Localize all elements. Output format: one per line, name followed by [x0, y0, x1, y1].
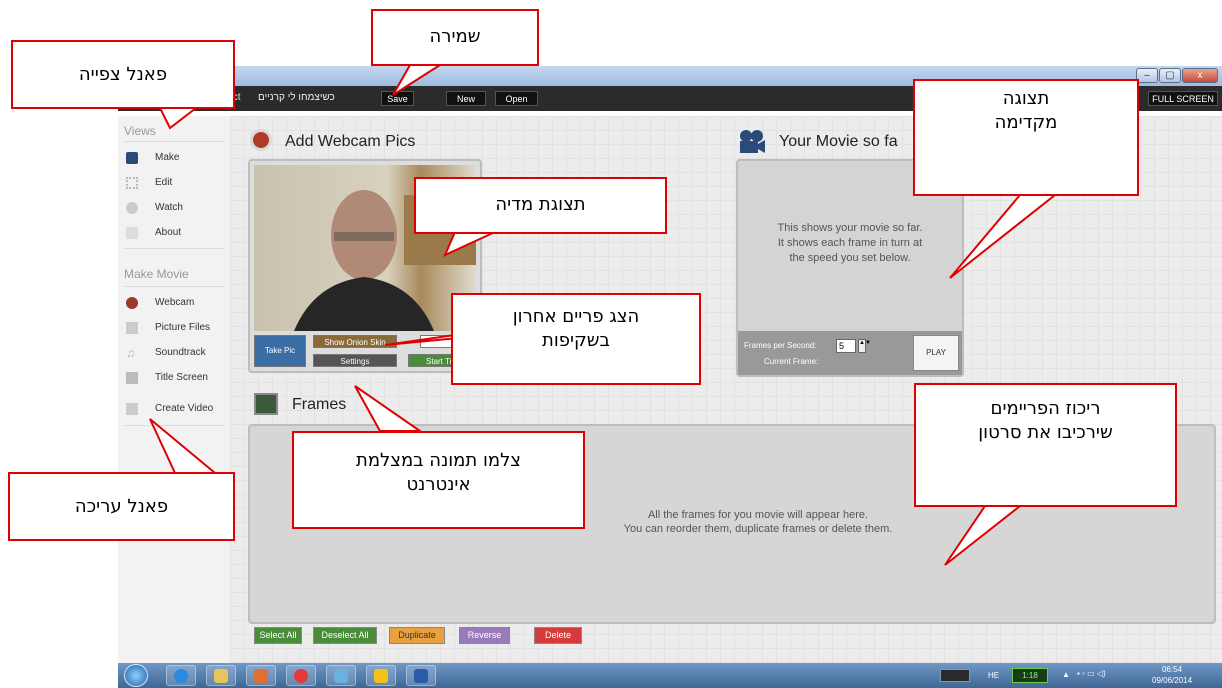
callout-media-display: תצוגת מדיה [414, 177, 667, 234]
callout-save: שמירה [371, 9, 539, 66]
taskbar-app2-icon[interactable] [326, 665, 356, 686]
callout-view-panel: פאנל צפייה [11, 40, 235, 109]
callout-line: מקדימה [994, 112, 1058, 133]
clock-time[interactable]: 06:54 [1162, 665, 1182, 674]
battery-indicator[interactable]: 1:18 [1012, 668, 1048, 683]
taskbar-app-icon[interactable] [246, 665, 276, 686]
callout-webcam-shot: צלמו תמונה במצלמת אינטרנט [292, 431, 585, 529]
callout-onion-skin: הצג פריים אחרון בשקיפות [451, 293, 701, 385]
language-indicator[interactable]: HE [988, 671, 999, 680]
callout-line: שירכיבו את סרטון [978, 422, 1113, 443]
callout-line: אינטרנט [406, 474, 471, 495]
system-tray: HE 1:18 ▲ ▪ ▫ ▭ ◁) 06:54 09/06/2014 [932, 663, 1222, 688]
callout-line: ריכוז הפריימים [990, 398, 1101, 419]
callout-line: צלמו תמונה במצלמת [355, 450, 521, 471]
tray-icons[interactable]: ▪ ▫ ▭ ◁) [1077, 669, 1133, 681]
callout-line: תצוגה [1002, 88, 1050, 109]
callout-line: הצג פריים אחרון [512, 306, 640, 327]
taskbar-animator-icon[interactable] [366, 665, 396, 686]
taskbar-chrome-icon[interactable] [286, 665, 316, 686]
taskbar-explorer-icon[interactable] [206, 665, 236, 686]
callout-frames-area: ריכוז הפריימים שירכיבו את סרטון [914, 383, 1177, 507]
windows-taskbar: HE 1:18 ▲ ▪ ▫ ▭ ◁) 06:54 09/06/2014 [118, 663, 1222, 688]
tray-arrow-icon[interactable]: ▲ [1062, 670, 1070, 679]
network-icon[interactable] [940, 669, 970, 682]
callout-preview: תצוגה מקדימה [913, 79, 1139, 196]
callout-line: בשקיפות [542, 330, 610, 351]
taskbar-word-icon[interactable] [406, 665, 436, 686]
start-button[interactable] [124, 664, 148, 687]
clock-date[interactable]: 09/06/2014 [1152, 676, 1192, 685]
callout-edit-panel: פאנל עריכה [8, 472, 235, 541]
taskbar-ie-icon[interactable] [166, 665, 196, 686]
